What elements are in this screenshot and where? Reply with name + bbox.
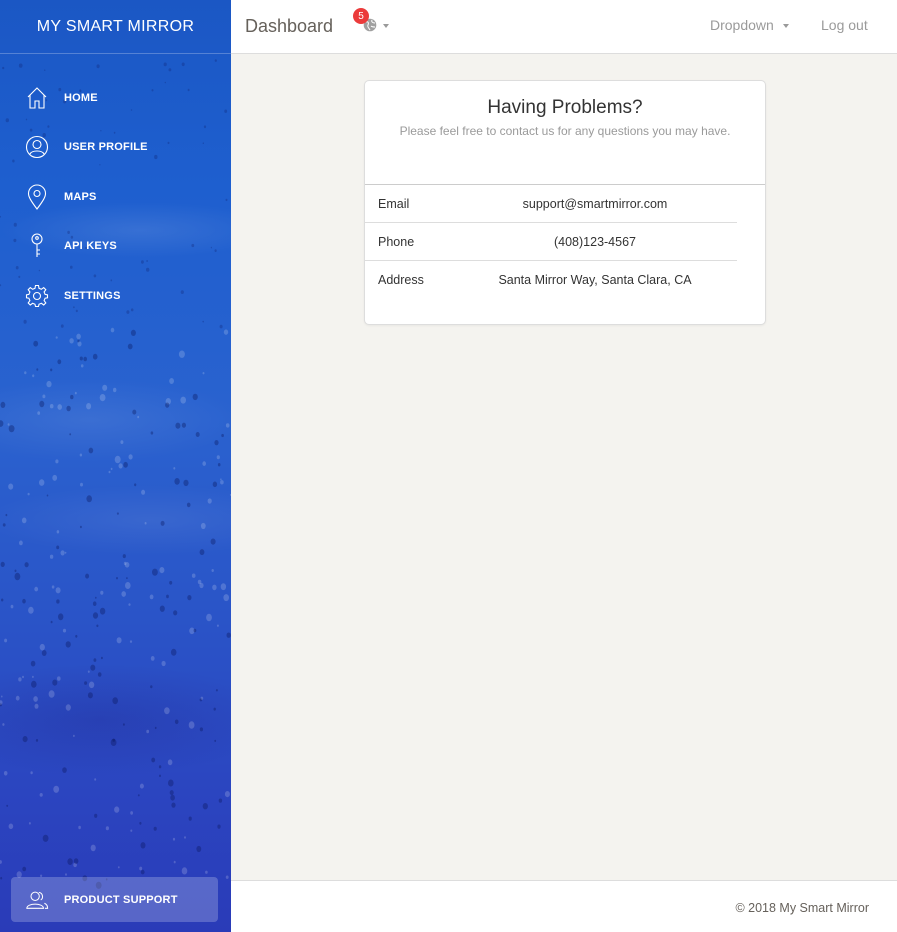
card-subtitle: Please feel free to contact us for any q… <box>399 124 731 138</box>
user-icon <box>25 133 49 161</box>
sidebar-item-label: USER PROFILE <box>64 141 148 154</box>
table-row: Address Santa Mirror Way, Santa Clara, C… <box>365 261 737 299</box>
gear-icon <box>25 282 49 310</box>
dropdown-label: Dropdown <box>710 17 774 33</box>
sidebar-item-label: API KEYS <box>64 240 117 253</box>
home-icon <box>25 84 49 112</box>
notification-badge: 5 <box>353 8 369 24</box>
contact-key: Address <box>378 273 424 287</box>
support-card: Having Problems? Please feel free to con… <box>364 80 766 325</box>
chevron-down-icon <box>383 24 389 28</box>
footer: © 2018 My Smart Mirror <box>231 880 897 932</box>
copyright-text: © 2018 My Smart Mirror <box>735 901 869 915</box>
sidebar-nav: HOME USER PROFILE MAPS API KEYS SETTINGS <box>0 73 231 321</box>
map-pin-icon <box>25 183 49 211</box>
sidebar-item-api-keys[interactable]: API KEYS <box>0 222 231 272</box>
sidebar-item-settings[interactable]: SETTINGS <box>0 271 231 321</box>
top-navbar: Dashboard 5 Dropdown Log out <box>231 0 897 54</box>
sidebar-item-label: HOME <box>64 91 98 104</box>
sidebar-item-product-support[interactable]: PRODUCT SUPPORT <box>11 877 218 922</box>
contact-value: support@smartmirror.com <box>522 196 668 211</box>
dropdown-menu[interactable]: Dropdown <box>710 17 789 33</box>
contact-key: Phone <box>378 234 415 249</box>
sidebar: MY SMART MIRROR HOME USER PROFILE MAPS A… <box>0 0 231 932</box>
users-icon <box>25 888 49 912</box>
card-title: Having Problems? <box>487 97 643 118</box>
sidebar-item-user-profile[interactable]: USER PROFILE <box>0 123 231 173</box>
page-title: Dashboard <box>245 16 334 36</box>
sidebar-item-label: MAPS <box>64 190 97 203</box>
brand-logo[interactable]: MY SMART MIRROR <box>0 0 231 54</box>
sidebar-item-label: SETTINGS <box>64 289 121 302</box>
contact-value: Santa Mirror Way, Santa Clara, CA <box>498 273 692 287</box>
table-row: Email support@smartmirror.com <box>365 185 737 223</box>
sidebar-item-maps[interactable]: MAPS <box>0 172 231 222</box>
key-icon <box>25 232 49 260</box>
logout-link[interactable]: Log out <box>821 17 868 33</box>
sidebar-item-home[interactable]: HOME <box>0 73 231 123</box>
chevron-down-icon <box>782 24 789 29</box>
table-row: Phone (408)123-4567 <box>365 223 737 261</box>
contact-key: Email <box>378 196 410 211</box>
product-support-label: PRODUCT SUPPORT <box>64 893 178 906</box>
contact-value: (408)123-4567 <box>553 234 636 249</box>
